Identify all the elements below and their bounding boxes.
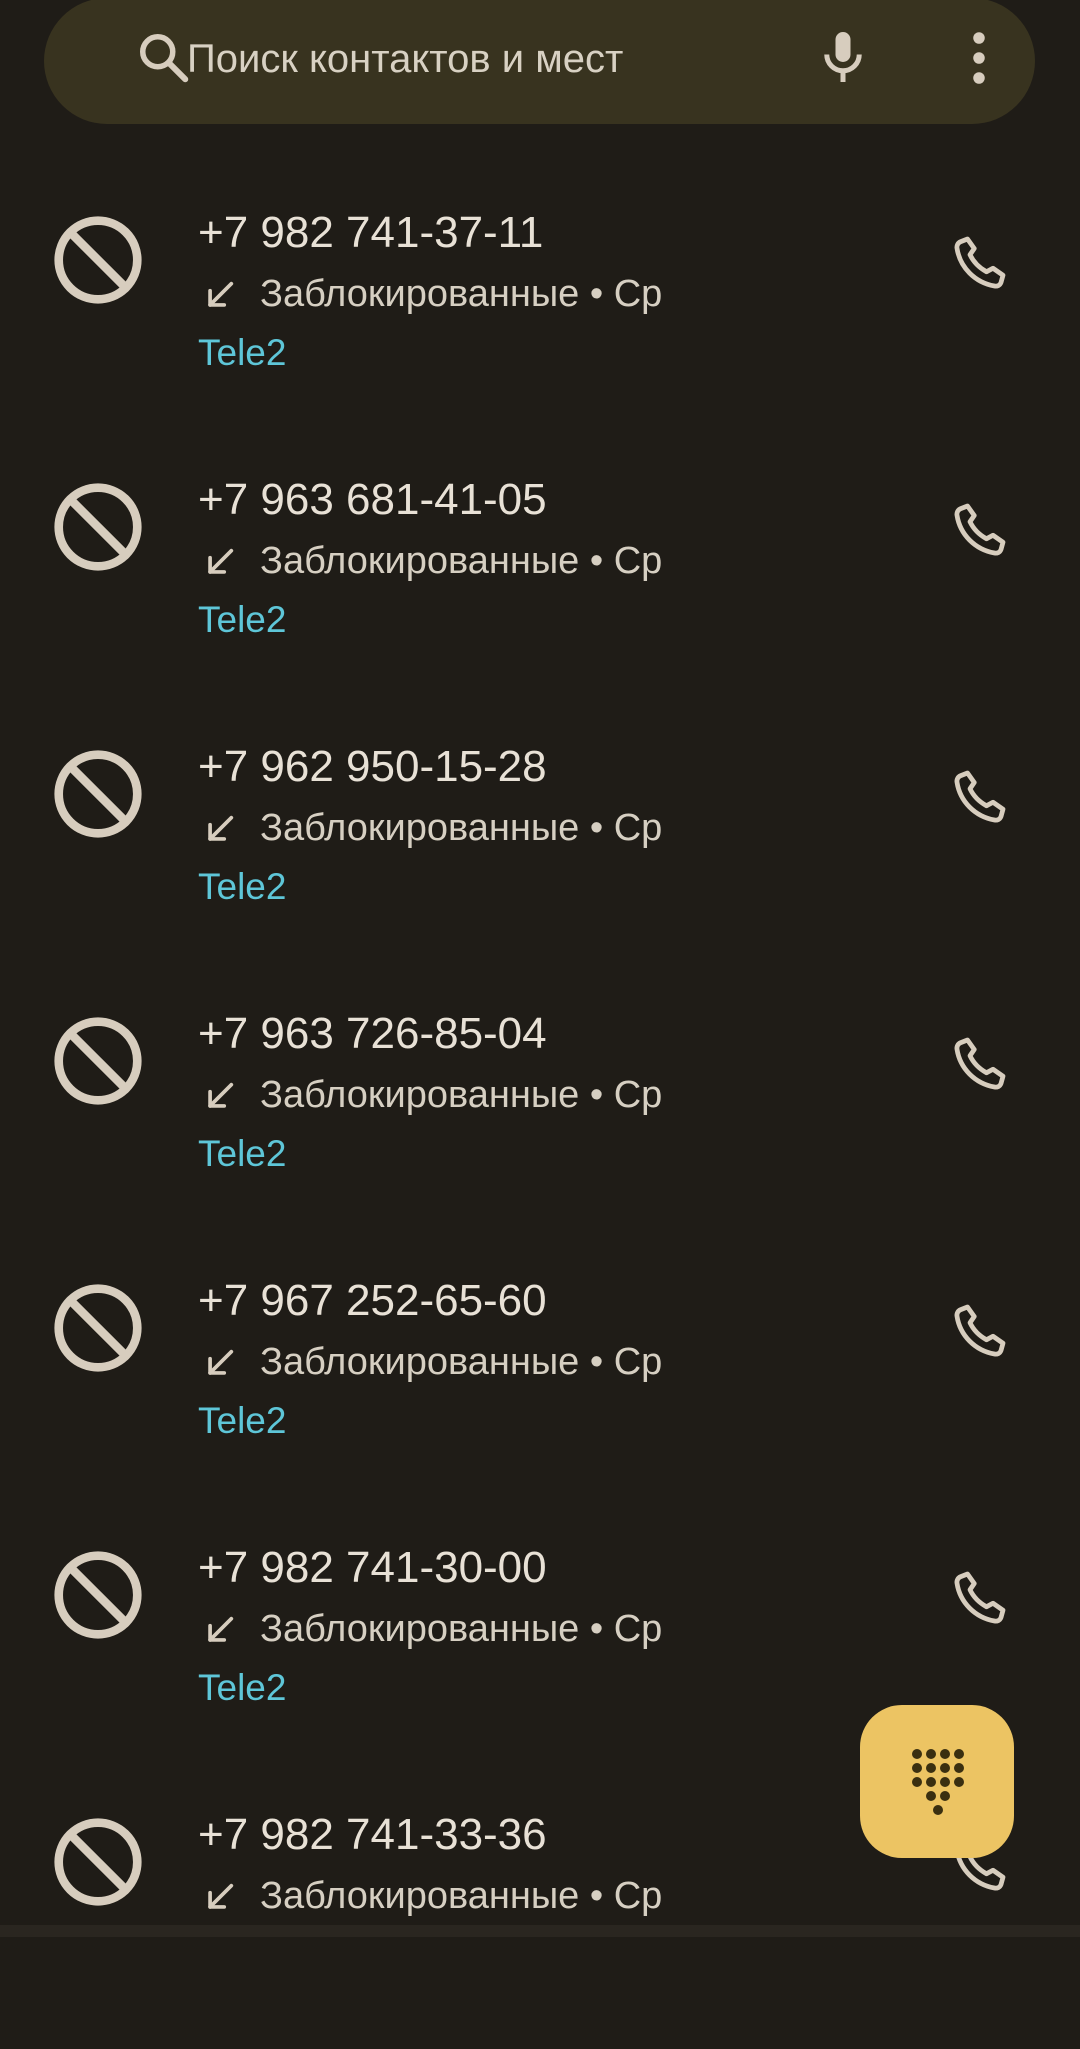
phone-icon[interactable] [951,1033,1011,1093]
phone-number: +7 962 950-15-28 [198,742,547,791]
call-received-icon [208,548,234,574]
phone-icon[interactable] [951,1567,1011,1627]
call-received-icon [208,1883,234,1909]
phone-icon[interactable] [951,499,1011,559]
call-status: Заблокированные • Ср [260,273,663,315]
call-log-row[interactable]: +7 963 726-85-04 Заблокированные • Ср Te… [0,981,1080,1248]
phone-number: +7 967 252-65-60 [198,1276,547,1325]
block-icon [54,750,142,838]
call-log-row[interactable]: +7 962 950-15-28 Заблокированные • Ср Te… [0,714,1080,981]
block-icon [54,1017,142,1105]
search-icon[interactable] [134,28,194,88]
call-received-icon [208,281,234,307]
call-status: Заблокированные • Ср [260,1074,663,1116]
dialpad-icon [912,1749,964,1815]
carrier-label: Tele2 [198,599,287,640]
block-icon [54,216,142,304]
call-log-row[interactable]: +7 967 252-65-60 Заблокированные • Ср Te… [0,1248,1080,1515]
call-received-icon [208,1349,234,1375]
phone-icon[interactable] [951,766,1011,826]
call-status: Заблокированные • Ср [260,807,663,849]
carrier-label: Tele2 [198,1667,287,1708]
block-icon [54,483,142,571]
call-log-row[interactable]: +7 982 741-37-11 Заблокированные • Ср Te… [0,180,1080,447]
call-status: Заблокированные • Ср [260,1608,663,1650]
carrier-label: Tele2 [198,1133,287,1174]
dialpad-button[interactable] [860,1705,1014,1858]
call-received-icon [208,1082,234,1108]
carrier-label: Tele2 [198,1400,287,1441]
phone-number: +7 982 741-37-11 [198,208,544,257]
block-icon [54,1551,142,1639]
phone-number: +7 963 681-41-05 [198,475,547,524]
block-icon [54,1284,142,1372]
phone-number: +7 982 741-33-36 [198,1810,547,1859]
phone-icon[interactable] [951,1300,1011,1360]
more-vert-icon[interactable] [964,28,994,88]
search-input[interactable]: Поиск контактов и мест [187,34,623,84]
call-received-icon [208,1616,234,1642]
phone-icon[interactable] [951,232,1011,292]
call-received-icon [208,815,234,841]
phone-number: +7 982 741-30-00 [198,1543,547,1592]
search-bar[interactable]: Поиск контактов и мест [44,0,1035,124]
carrier-label: Tele2 [198,866,287,907]
call-log-row[interactable]: +7 963 681-41-05 Заблокированные • Ср Te… [0,447,1080,714]
carrier-label: Tele2 [198,332,287,373]
phone-number: +7 963 726-85-04 [198,1009,547,1058]
call-status: Заблокированные • Ср [260,1341,663,1383]
navigation-bar-edge [0,1925,1080,1937]
call-status: Заблокированные • Ср [260,1875,663,1917]
block-icon [54,1818,142,1906]
mic-icon[interactable] [813,26,873,88]
call-status: Заблокированные • Ср [260,540,663,582]
